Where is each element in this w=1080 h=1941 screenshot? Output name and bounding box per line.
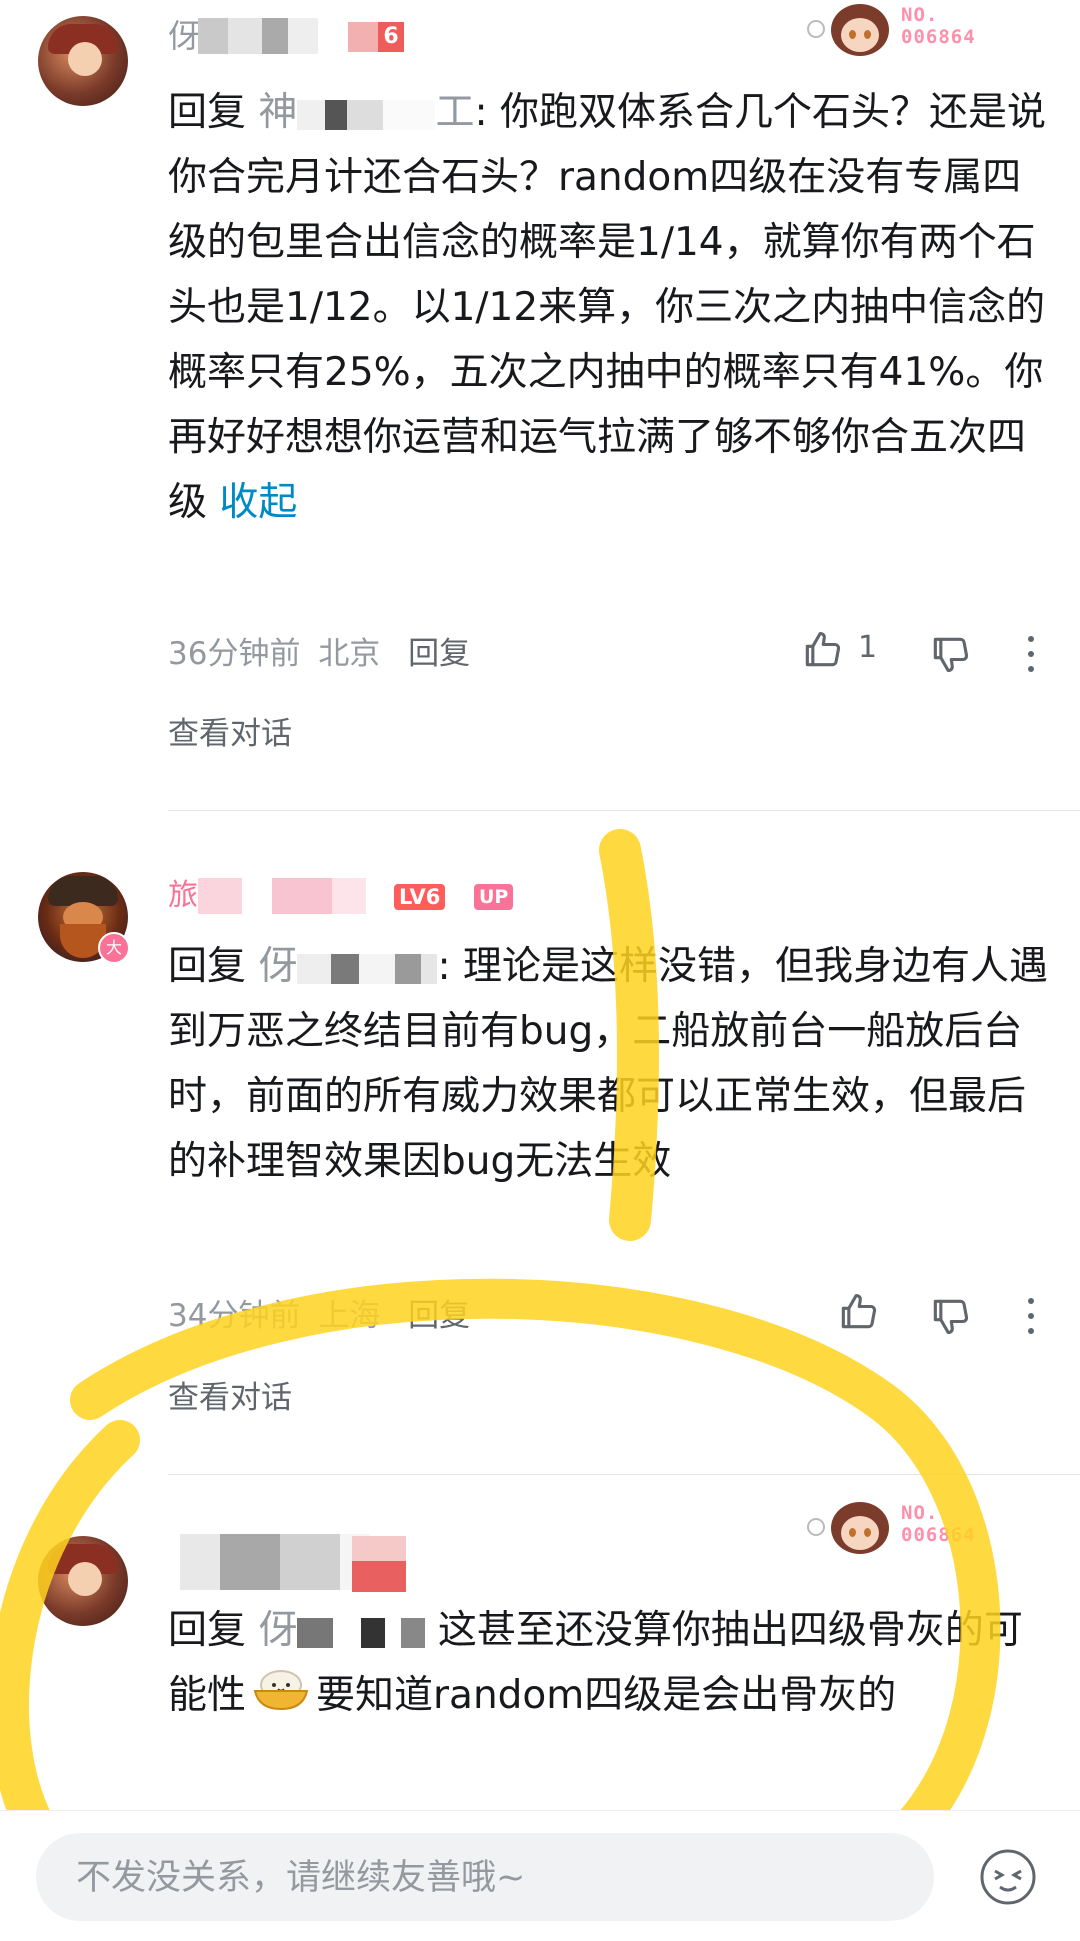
emote-icon — [807, 20, 825, 38]
collapse-link[interactable]: 收起 — [219, 480, 297, 525]
username-blurred[interactable]: 旅 — [168, 878, 366, 914]
more-vertical-icon[interactable] — [1028, 1298, 1034, 1343]
view-conversation-link[interactable]: 查看对话 — [168, 708, 292, 753]
more-vertical-icon[interactable] — [1028, 636, 1034, 681]
nft-number: NO. 006864 — [901, 4, 976, 48]
comment-input[interactable] — [74, 1833, 898, 1923]
username-blurred[interactable] — [180, 1534, 370, 1590]
divider — [168, 810, 1080, 811]
username-blurred[interactable]: 伢 — [168, 18, 318, 54]
thumbs-down-icon[interactable] — [928, 632, 972, 680]
thumbs-down-icon[interactable] — [928, 1294, 972, 1342]
timestamp: 34分钟前 — [168, 1298, 301, 1334]
nft-badge[interactable]: NO. 006864 — [807, 1500, 985, 1564]
user-avatar[interactable] — [38, 16, 128, 106]
thumbs-up-icon[interactable] — [836, 1290, 880, 1338]
reply-prefix: 回复 — [168, 90, 247, 135]
reply-prefix: 回复 — [168, 1608, 247, 1653]
nft-character-icon — [825, 1500, 895, 1564]
comment-input-bar — [0, 1810, 1080, 1941]
user-avatar[interactable] — [38, 1536, 128, 1626]
up-badge: UP — [474, 884, 514, 910]
reply-prefix: 回复 — [168, 944, 247, 989]
reply-button[interactable]: 回复 — [408, 636, 470, 672]
location: 北京 — [318, 636, 381, 672]
bowl-emoji-icon — [252, 1665, 310, 1731]
reply-button[interactable]: 回复 — [408, 1298, 470, 1334]
thumbs-up-icon[interactable] — [800, 628, 844, 676]
level-badge: 6 — [348, 22, 404, 52]
nft-number: NO. 006864 — [901, 1502, 976, 1546]
level-badge: LV6 — [394, 884, 446, 910]
emote-icon — [807, 1518, 825, 1536]
like-count: 1 — [858, 630, 878, 665]
level-badge — [352, 1536, 406, 1592]
comment-meta: 34分钟前 上海 回复 — [168, 1290, 470, 1335]
username-first-char: 伢 — [168, 17, 201, 55]
comment-body: 回复 神工: 你跑双体系合几个石头？还是说你合完月计还合石头？random四级在… — [168, 80, 1048, 535]
comment-text: : 你跑双体系合几个石头？还是说你合完月计还合石头？random四级在没有专属四… — [168, 90, 1046, 525]
nft-badge[interactable]: NO. 006864 — [807, 2, 985, 66]
comment-body: 回复 伢: 理论是这样没错，但我身边有人遇到万恶之终结目前有bug，二船放前台一… — [168, 934, 1048, 1194]
reply-target[interactable]: 神工 — [258, 90, 474, 135]
view-conversation-link[interactable]: 查看对话 — [168, 1372, 292, 1417]
username-first-char: 旅 — [168, 878, 198, 913]
vip-badge: 大 — [98, 932, 130, 964]
location: 上海 — [318, 1298, 381, 1334]
reply-target[interactable]: 伢 — [258, 944, 438, 989]
comment-body: 回复 伢 这甚至还没算你抽出四级骨灰的可能性 要知道random四级是会出骨灰的 — [168, 1598, 1048, 1731]
emoji-face-icon[interactable] — [978, 1847, 1038, 1907]
comment-meta: 36分钟前 北京 回复 — [168, 628, 470, 673]
comment-input-container[interactable] — [36, 1833, 934, 1923]
reply-target[interactable]: 伢 — [258, 1608, 426, 1653]
divider — [168, 1474, 1080, 1475]
nft-character-icon — [825, 2, 895, 66]
comment-text-part-2: 要知道random四级是会出骨灰的 — [316, 1673, 897, 1718]
timestamp: 36分钟前 — [168, 636, 301, 672]
level-number: 6 — [378, 22, 404, 52]
